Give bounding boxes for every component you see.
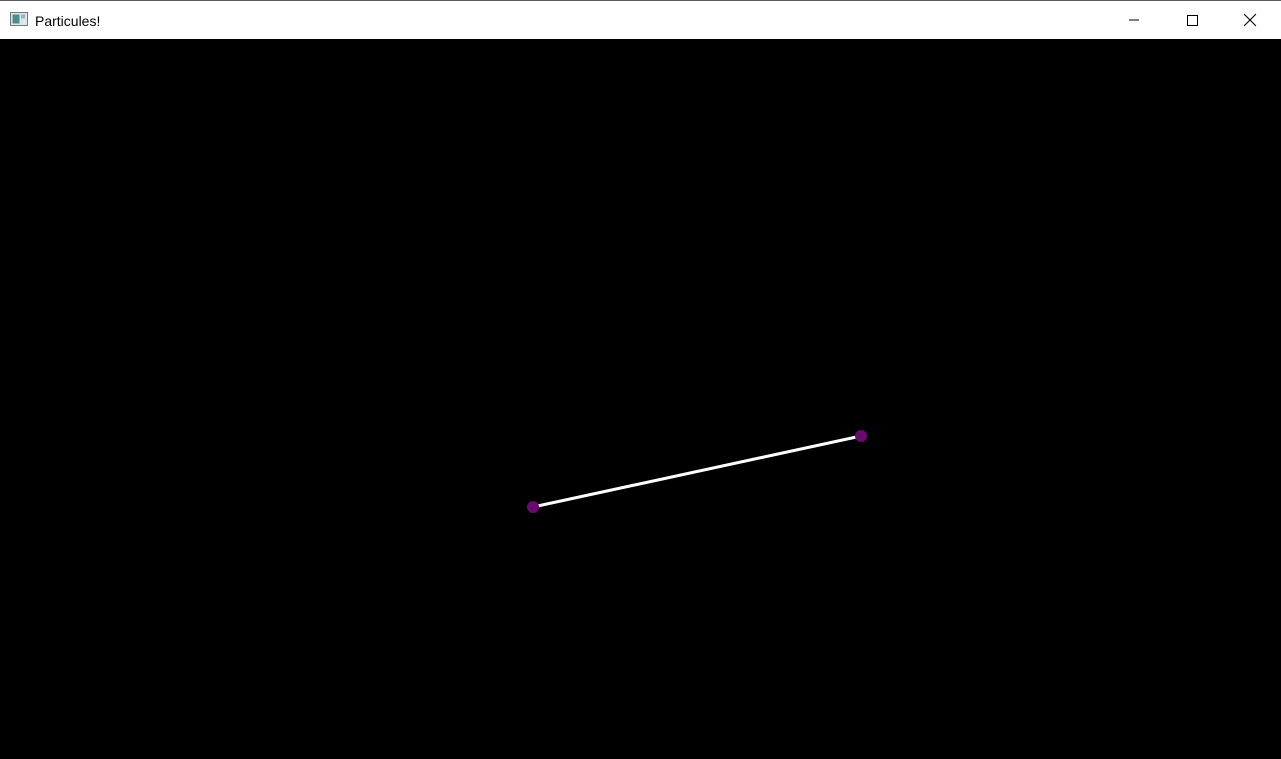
particle — [527, 501, 539, 513]
maximize-icon — [1186, 14, 1198, 26]
simulation-canvas[interactable] — [0, 39, 1281, 759]
particle — [855, 430, 867, 442]
particle-link — [531, 434, 863, 509]
app-window-icon — [10, 12, 28, 26]
close-button[interactable] — [1221, 1, 1279, 39]
app-window: Particules! — [0, 0, 1281, 759]
minimize-icon — [1128, 14, 1140, 26]
particle-scene — [527, 430, 867, 513]
minimize-button[interactable] — [1105, 1, 1163, 39]
window-title: Particules! — [35, 13, 101, 29]
maximize-button[interactable] — [1163, 1, 1221, 39]
close-icon — [1243, 13, 1257, 27]
title-bar[interactable]: Particules! — [0, 0, 1281, 39]
